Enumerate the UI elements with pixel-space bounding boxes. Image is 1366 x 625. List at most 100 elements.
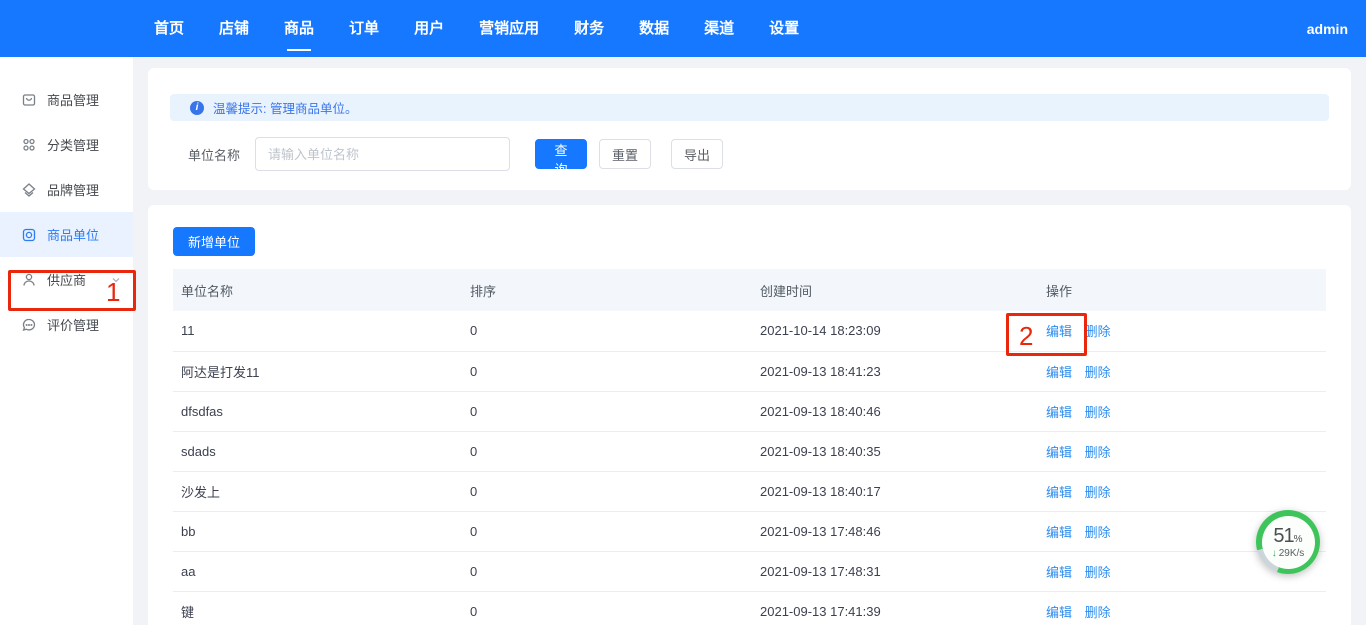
cell-created: 2021-10-14 18:23:09 [752, 311, 1038, 351]
cell-created: 2021-09-13 17:41:39 [752, 591, 1038, 625]
column-header-actions: 操作 [1038, 269, 1326, 311]
cell-sort: 0 [462, 311, 752, 351]
annotation-box-step2: 2 [1006, 313, 1087, 356]
edit-link[interactable]: 编辑 [1046, 605, 1072, 620]
sidebar-item-category-management[interactable]: 分类管理 [0, 122, 133, 167]
cell-actions: 编辑 删除 [1038, 351, 1326, 391]
add-unit-button[interactable]: 新增单位 [173, 227, 255, 256]
goods-icon [21, 92, 37, 108]
cell-unit-name: dfsdfas [173, 391, 462, 431]
sidebar-item-goods-management[interactable]: 商品管理 [0, 77, 133, 122]
annotation-number-1: 1 [106, 279, 120, 305]
table-row: 阿达是打发11 0 2021-09-13 18:41:23 编辑 删除 [173, 351, 1326, 391]
column-header-unit-name: 单位名称 [173, 269, 462, 311]
unit-icon [21, 227, 37, 243]
main-nav: 首页 店铺 商品 订单 用户 营销应用 财务 数据 渠道 设置 [152, 0, 832, 57]
cell-sort: 0 [462, 551, 752, 591]
nav-item-channel[interactable]: 渠道 [702, 0, 736, 57]
edit-link[interactable]: 编辑 [1046, 485, 1072, 500]
cell-actions: 编辑 删除 [1038, 431, 1326, 471]
cell-sort: 0 [462, 511, 752, 551]
nav-item-data[interactable]: 数据 [637, 0, 671, 57]
delete-link[interactable]: 删除 [1085, 324, 1111, 339]
unit-name-label: 单位名称 [188, 145, 240, 164]
sidebar-item-goods-unit[interactable]: 商品单位 [0, 212, 133, 257]
sidebar-item-brand-management[interactable]: 品牌管理 [0, 167, 133, 212]
cell-actions: 编辑 删除 [1038, 391, 1326, 431]
nav-item-marketing[interactable]: 营销应用 [477, 0, 541, 57]
search-panel: i 温馨提示: 管理商品单位。 单位名称 查询 重置 导出 [148, 68, 1351, 190]
sidebar-item-label: 商品单位 [47, 225, 99, 244]
badge-percent-sign: % [1294, 534, 1303, 545]
top-navbar: 首页 店铺 商品 订单 用户 营销应用 财务 数据 渠道 设置 admin [0, 0, 1366, 57]
cell-sort: 0 [462, 471, 752, 511]
cell-sort: 0 [462, 591, 752, 625]
edit-link[interactable]: 编辑 [1046, 365, 1072, 380]
cell-unit-name: sdads [173, 431, 462, 471]
sidebar-item-label: 分类管理 [47, 135, 99, 154]
cell-created: 2021-09-13 17:48:46 [752, 511, 1038, 551]
nav-item-finance[interactable]: 财务 [572, 0, 606, 57]
table-row: 11 0 2021-10-14 18:23:09 编辑 删除 [173, 311, 1326, 351]
delete-link[interactable]: 删除 [1085, 525, 1111, 540]
table-row: 键 0 2021-09-13 17:41:39 编辑 删除 [173, 591, 1326, 625]
delete-link[interactable]: 删除 [1085, 605, 1111, 620]
cell-unit-name: aa [173, 551, 462, 591]
sidebar: 商品管理 分类管理 品牌管理 商品单位 [0, 57, 133, 625]
table-row: sdads 0 2021-09-13 18:40:35 编辑 删除 [173, 431, 1326, 471]
current-user[interactable]: admin [1307, 21, 1348, 37]
annotation-box-step1: 1 [8, 270, 136, 311]
unit-table-body: 11 0 2021-10-14 18:23:09 编辑 删除 阿达是打发11 0… [173, 311, 1326, 625]
column-header-created: 创建时间 [752, 269, 1038, 311]
edit-link[interactable]: 编辑 [1046, 445, 1072, 460]
cell-unit-name: 阿达是打发11 [173, 351, 462, 391]
cell-created: 2021-09-13 18:40:17 [752, 471, 1038, 511]
export-button[interactable]: 导出 [671, 139, 723, 169]
edit-link[interactable]: 编辑 [1046, 565, 1072, 580]
cell-unit-name: 键 [173, 591, 462, 625]
cell-created: 2021-09-13 18:40:46 [752, 391, 1038, 431]
brand-icon [21, 182, 37, 198]
nav-item-settings[interactable]: 设置 [767, 0, 801, 57]
unit-table: 单位名称 排序 创建时间 操作 11 0 2021-10-14 18:23:09… [173, 269, 1326, 625]
download-arrow-icon: ↓ [1272, 548, 1277, 559]
cell-created: 2021-09-13 17:48:31 [752, 551, 1038, 591]
query-button[interactable]: 查询 [535, 139, 587, 169]
cell-unit-name: bb [173, 511, 462, 551]
nav-item-users[interactable]: 用户 [412, 0, 446, 57]
sidebar-item-label: 品牌管理 [47, 180, 99, 199]
unit-name-input[interactable] [255, 137, 510, 171]
search-form: 单位名称 查询 重置 导出 [170, 137, 1329, 171]
cell-sort: 0 [462, 391, 752, 431]
category-icon [21, 137, 37, 153]
nav-item-shop[interactable]: 店铺 [217, 0, 251, 57]
table-row: dfsdfas 0 2021-09-13 18:40:46 编辑 删除 [173, 391, 1326, 431]
delete-link[interactable]: 删除 [1085, 405, 1111, 420]
badge-percent: 51 [1273, 525, 1293, 547]
edit-link[interactable]: 编辑 [1046, 405, 1072, 420]
review-icon [21, 317, 37, 333]
tip-text: 温馨提示: 管理商品单位。 [213, 98, 357, 117]
badge-speed: 29K/s [1279, 548, 1305, 559]
speed-badge-inner: 51% ↓ 29K/s [1262, 516, 1315, 569]
delete-link[interactable]: 删除 [1085, 445, 1111, 460]
cell-sort: 0 [462, 351, 752, 391]
download-speed-badge[interactable]: 51% ↓ 29K/s [1256, 510, 1320, 574]
edit-link[interactable]: 编辑 [1046, 525, 1072, 540]
cell-actions: 编辑 删除 [1038, 591, 1326, 625]
delete-link[interactable]: 删除 [1085, 485, 1111, 500]
table-header-row: 单位名称 排序 创建时间 操作 [173, 269, 1326, 311]
sidebar-item-label: 商品管理 [47, 90, 99, 109]
cell-unit-name: 11 [173, 311, 462, 351]
nav-item-goods[interactable]: 商品 [282, 0, 316, 57]
table-row: bb 0 2021-09-13 17:48:46 编辑 删除 [173, 511, 1326, 551]
cell-created: 2021-09-13 18:40:35 [752, 431, 1038, 471]
table-row: aa 0 2021-09-13 17:48:31 编辑 删除 [173, 551, 1326, 591]
annotation-number-2: 2 [1019, 323, 1033, 349]
reset-button[interactable]: 重置 [599, 139, 651, 169]
delete-link[interactable]: 删除 [1085, 365, 1111, 380]
delete-link[interactable]: 删除 [1085, 565, 1111, 580]
nav-item-orders[interactable]: 订单 [347, 0, 381, 57]
nav-item-home[interactable]: 首页 [152, 0, 186, 57]
info-icon: i [190, 101, 204, 115]
